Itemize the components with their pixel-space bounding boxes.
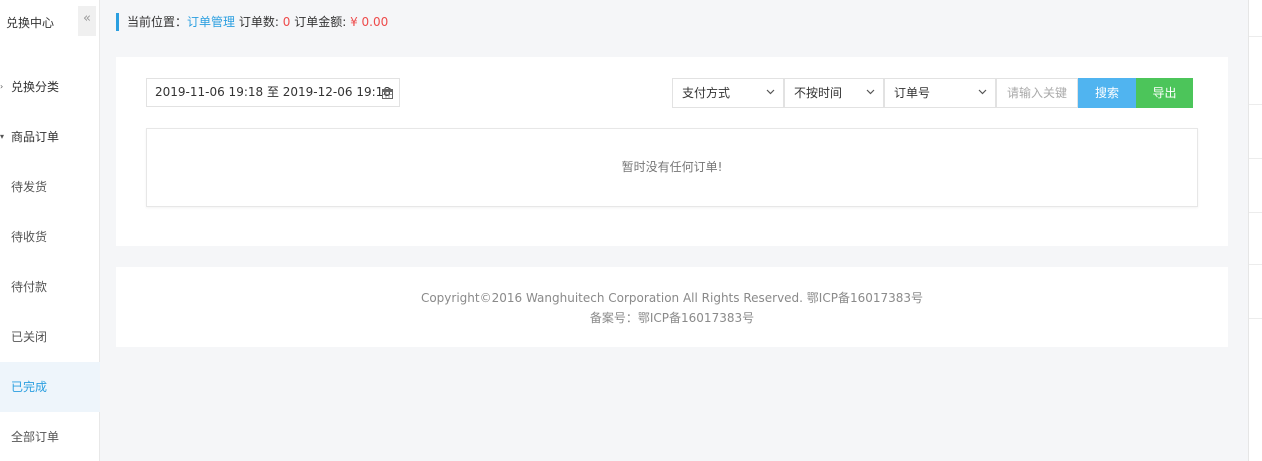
sidebar-item-label: 全部订单 — [11, 430, 60, 444]
breadcrumb-prefix: 当前位置： — [127, 15, 188, 29]
sidebar-category-exchange[interactable]: › 兑换分类 — [0, 62, 100, 112]
footer-icp: 备案号：鄂ICP备16017383号 — [589, 311, 755, 325]
collapse-sidebar-button[interactable]: « — [78, 6, 96, 36]
order-amount-value: ¥ 0.00 — [350, 15, 389, 29]
chevron-down-icon — [766, 79, 775, 107]
orders-panel: 2019-11-06 19:18 至 2019-12-06 19:18 支付方式… — [116, 57, 1228, 246]
date-range-value: 2019-11-06 19:18 至 2019-12-06 19:18 — [155, 85, 391, 99]
sidebar-category-label: 商品订单 — [11, 130, 60, 144]
sidebar-category-orders[interactable]: ▾ 商品订单 — [0, 112, 100, 162]
sidebar-item-pending-shipment[interactable]: 待发货 — [0, 162, 100, 212]
sidebar: 兑换中心 « › 兑换分类 ▾ 商品订单 待发货 待收货 待付款 已关闭 已完成… — [0, 0, 100, 461]
divider — [1249, 158, 1262, 159]
chevron-down-icon — [978, 79, 987, 107]
date-range-picker[interactable]: 2019-11-06 19:18 至 2019-12-06 19:18 — [146, 78, 400, 107]
keyword-input[interactable] — [996, 78, 1078, 108]
caret-right-icon: › — [0, 82, 4, 91]
sidebar-item-label: 已关闭 — [11, 330, 48, 344]
sidebar-item-pending-receipt[interactable]: 待收货 — [0, 212, 100, 262]
payment-method-value: 支付方式 — [682, 86, 731, 100]
order-count-value: 0 — [282, 15, 291, 29]
divider — [1249, 212, 1262, 213]
sidebar-category-label: 兑换分类 — [11, 80, 60, 94]
orders-empty-state: 暂时没有任何订单! — [146, 128, 1198, 207]
calendar-icon — [382, 79, 393, 106]
sidebar-item-label: 待付款 — [11, 280, 48, 294]
sidebar-item-label: 待收货 — [11, 230, 48, 244]
breadcrumb-link-order-management[interactable]: 订单管理 — [187, 15, 235, 29]
divider — [1249, 318, 1262, 319]
divider — [1249, 104, 1262, 105]
divider — [1249, 36, 1262, 37]
right-panel-edge — [1248, 0, 1262, 461]
sidebar-item-closed[interactable]: 已关闭 — [0, 312, 100, 362]
empty-message: 暂时没有任何订单! — [621, 160, 723, 174]
sidebar-item-pending-payment[interactable]: 待付款 — [0, 262, 100, 312]
footer: Copyright©2016 Wanghuitech Corporation A… — [116, 267, 1228, 347]
sidebar-title: 兑换中心 — [6, 16, 55, 30]
search-field-select[interactable]: 订单号 — [884, 78, 996, 108]
breadcrumb: 当前位置：订单管理 订单数: 0 订单金额: ¥ 0.00 — [116, 13, 388, 31]
double-chevron-left-icon: « — [83, 11, 91, 26]
sidebar-item-label: 待发货 — [11, 180, 48, 194]
chevron-down-icon — [866, 79, 875, 107]
divider — [1249, 264, 1262, 265]
order-count-label: 订单数: — [238, 15, 279, 29]
search-field-value: 订单号 — [894, 86, 931, 100]
caret-down-icon: ▾ — [0, 132, 5, 141]
export-button[interactable]: 导出 — [1136, 78, 1193, 108]
sidebar-item-all-orders[interactable]: 全部订单 — [0, 412, 100, 461]
time-filter-value: 不按时间 — [794, 86, 843, 100]
search-button[interactable]: 搜索 — [1078, 78, 1136, 108]
sidebar-item-completed[interactable]: 已完成 — [0, 362, 100, 412]
sidebar-item-label: 已完成 — [11, 380, 48, 394]
payment-method-select[interactable]: 支付方式 — [672, 78, 784, 108]
footer-copyright: Copyright©2016 Wanghuitech Corporation A… — [420, 291, 924, 305]
order-amount-label: 订单金额: — [294, 15, 347, 29]
time-filter-select[interactable]: 不按时间 — [784, 78, 884, 108]
